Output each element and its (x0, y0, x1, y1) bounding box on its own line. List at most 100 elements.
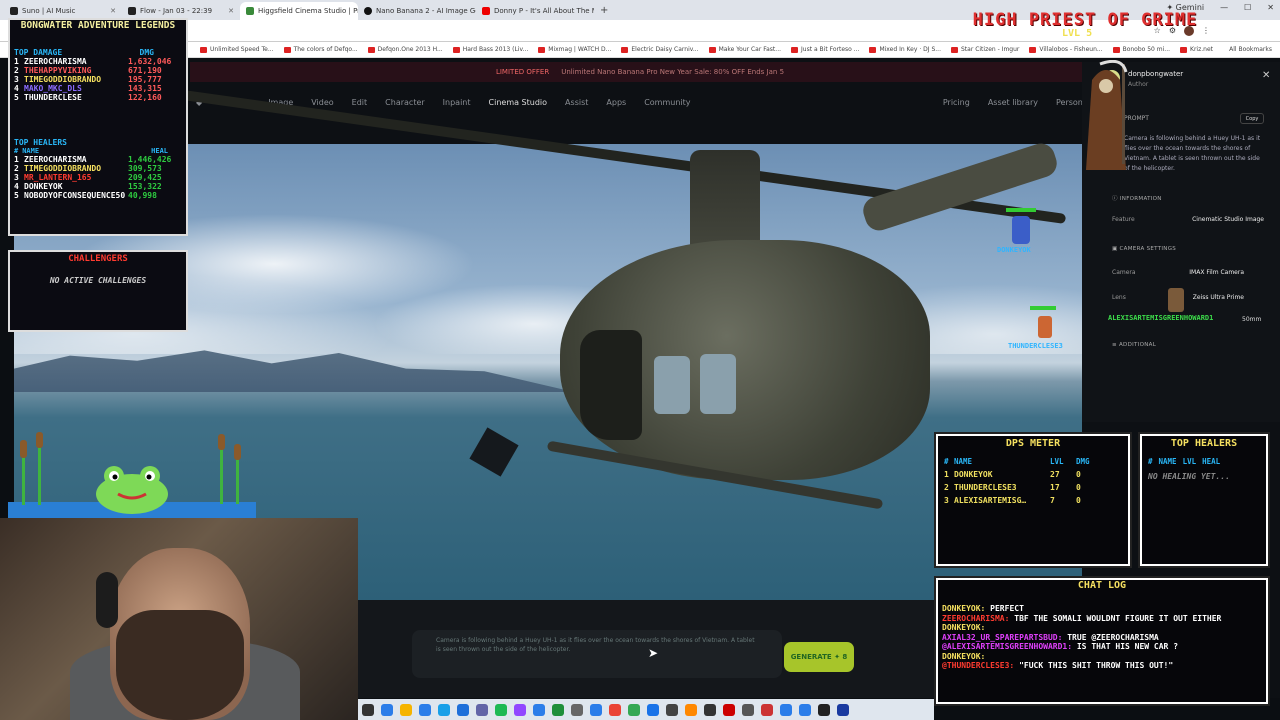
flow-icon (128, 7, 136, 15)
bookmark-item[interactable]: Defqon.One 2013 H... (367, 46, 443, 53)
additional-heading[interactable]: ≡ ADDITIONAL (1112, 342, 1156, 348)
tab-title: Suno | AI Music (22, 7, 76, 15)
nav-item-community[interactable]: Community (644, 98, 690, 107)
chat-username: @THUNDERCLESE3: (942, 661, 1015, 670)
taskbar-app-icon[interactable] (514, 703, 526, 716)
taskbar-app-icon[interactable] (362, 703, 374, 716)
author-name[interactable]: donpbongwater (1128, 70, 1183, 78)
browser-tab-nano-banana[interactable]: Nano Banana 2 - AI Image Gen✕ (358, 2, 476, 20)
rank: 5 (14, 93, 19, 102)
information-heading[interactable]: ⓘ INFORMATION (1112, 194, 1162, 202)
dps-row: 1 DONKEYOK 27 0 (944, 468, 1128, 481)
taskbar-app-icon[interactable] (590, 703, 602, 716)
camera-value[interactable]: IMAX Film Camera (1160, 269, 1244, 276)
bookmark-item[interactable]: The colors of Defqo... (283, 46, 358, 53)
taskbar-app-icon[interactable] (780, 703, 792, 716)
nav-item-video[interactable]: Video (311, 98, 333, 107)
chat-message: DONKEYOK: PERFECT (942, 604, 1262, 614)
donkeyok-sprite (1012, 216, 1030, 244)
author-role: Author (1128, 81, 1149, 88)
maximize-icon[interactable]: ☐ (1244, 3, 1251, 12)
taskbar-app-icon[interactable] (818, 703, 830, 716)
taskbar-app-icon[interactable] (571, 703, 583, 716)
player-name: DONKEYOK (24, 182, 63, 191)
bookmark-item[interactable]: Just a Bit Forteso ... (791, 46, 859, 53)
taskbar-app-icon[interactable] (400, 703, 412, 716)
leaderboard-row: 5 THUNDERCLESE 122,160 (14, 93, 184, 102)
camera-settings-heading[interactable]: ▣ CAMERA SETTINGS (1112, 246, 1176, 252)
tab-title: Donny P - It's All About The M (494, 7, 594, 15)
taskbar-app-icon[interactable] (628, 703, 640, 716)
nav-item-inpaint[interactable]: Inpaint (443, 98, 471, 107)
taskbar-app-icon[interactable] (647, 703, 659, 716)
top-healers-panel: TOP HEALERS # NAME LVL HEAL NO HEALING Y… (1142, 436, 1266, 564)
taskbar-app-icon[interactable] (666, 703, 678, 716)
bookmark-item[interactable]: Mixmag | WATCH D... (538, 46, 611, 53)
promo-banner[interactable]: LIMITED OFFER Unlimited Nano Banana Pro … (190, 62, 1090, 82)
nav-item-edit[interactable]: Edit (352, 98, 368, 107)
windows-taskbar (358, 699, 934, 720)
taskbar-app-icon[interactable] (742, 703, 754, 716)
bookmark-item[interactable]: Unlimited Speed Te... (200, 46, 274, 53)
taskbar-app-icon[interactable] (704, 703, 716, 716)
taskbar-app-icon[interactable] (552, 703, 564, 716)
browser-tab-youtube[interactable]: Donny P - It's All About The M✕ (476, 2, 594, 20)
bookmark-item[interactable]: Electric Daisy Carniv... (621, 46, 699, 53)
camera-label: Camera (1112, 269, 1136, 276)
close-window-icon[interactable]: ✕ (1267, 3, 1274, 12)
taskbar-app-icon[interactable] (438, 703, 450, 716)
bookmark-item[interactable]: Mixed In Key · DJ S... (869, 46, 941, 53)
chat-text: PERFECT (985, 604, 1024, 613)
nav-item-assist[interactable]: Assist (565, 98, 588, 107)
bookmark-item[interactable]: Star Citizen - Imgur (950, 46, 1019, 53)
taskbar-app-icon[interactable] (476, 703, 488, 716)
top-healers-panel-header: # NAME LVL HEAL (1148, 457, 1266, 466)
focal-length[interactable]: 50mm (1242, 316, 1261, 323)
healers-column-hash: # (14, 147, 19, 155)
close-icon[interactable]: ✕ (228, 7, 234, 15)
bookmark-icon (452, 46, 460, 53)
nav-item-apps[interactable]: Apps (606, 98, 626, 107)
taskbar-app-icon[interactable] (837, 703, 849, 716)
bookmark-item[interactable]: Bonobo 50 mi... (1112, 46, 1170, 53)
taskbar-app-icon[interactable] (381, 703, 393, 716)
prompt-input[interactable]: Camera is following behind a Huey UH-1 a… (412, 630, 782, 678)
bookmark-item[interactable]: Villalobos - Fisheun... (1029, 46, 1103, 53)
browser-tab-higgsfield[interactable]: Higgsfield Cinema Studio | Pro✕ (240, 2, 358, 20)
top-healers-section: TOP HEALERS # NAME HEAL 1 ZEEROCHARISMA 1,44… (14, 138, 184, 200)
promo-badge: LIMITED OFFER (495, 68, 550, 76)
copy-button[interactable]: Copy (1240, 113, 1264, 124)
taskbar-app-icon[interactable] (723, 703, 735, 716)
bookmark-icon (869, 46, 877, 53)
nav-right-pricing[interactable]: Pricing (943, 98, 970, 107)
taskbar-app-icon[interactable] (495, 703, 507, 716)
close-icon[interactable]: ✕ (110, 7, 116, 15)
dps-meter-panel: DPS METER # NAME LVL DMG 1 DONKEYOK 27 0 2 TH… (938, 436, 1128, 564)
heal-col-rank: # (1148, 457, 1153, 466)
close-icon[interactable]: ✕ (1262, 70, 1270, 81)
bookmark-item[interactable]: Make Your Car Fast... (708, 46, 781, 53)
score-value: 122,160 (128, 93, 162, 102)
taskbar-app-icon[interactable] (457, 703, 469, 716)
taskbar-app-icon[interactable] (609, 703, 621, 716)
player-name: ZEEROCHARISMA (24, 57, 87, 66)
bookmark-item[interactable]: Kriz.net (1180, 46, 1213, 53)
chat-username: @ALEXISARTEMISGREENHOWARD1: (942, 642, 1073, 651)
taskbar-app-icon[interactable] (799, 703, 811, 716)
new-tab-button[interactable]: + (594, 2, 614, 20)
bookmark-item[interactable]: Hard Bass 2013 (Liv... (452, 46, 528, 53)
chat-text: "FUCK THIS SHIT THROW THIS OUT!" (1014, 661, 1174, 670)
taskbar-app-icon[interactable] (533, 703, 545, 716)
dps-col-rank: # (944, 457, 949, 466)
nav-item-character[interactable]: Character (385, 98, 425, 107)
taskbar-app-icon[interactable] (761, 703, 773, 716)
alexisartemis-name: ALEXISARTEMISGREENHOWARD1 (1108, 314, 1214, 322)
taskbar-app-icon[interactable] (685, 703, 697, 716)
dps-name: THUNDERCLESE3 (954, 483, 1017, 492)
nav-item-cinema-studio[interactable]: Cinema Studio (489, 98, 548, 107)
all-bookmarks-button[interactable]: All Bookmarks (1229, 46, 1280, 53)
generate-button[interactable]: GENERATE ✦ 8 (784, 642, 854, 672)
bookmark-label: Electric Daisy Carniv... (631, 46, 699, 53)
nav-right-asset-library[interactable]: Asset library (988, 98, 1038, 107)
taskbar-app-icon[interactable] (419, 703, 431, 716)
